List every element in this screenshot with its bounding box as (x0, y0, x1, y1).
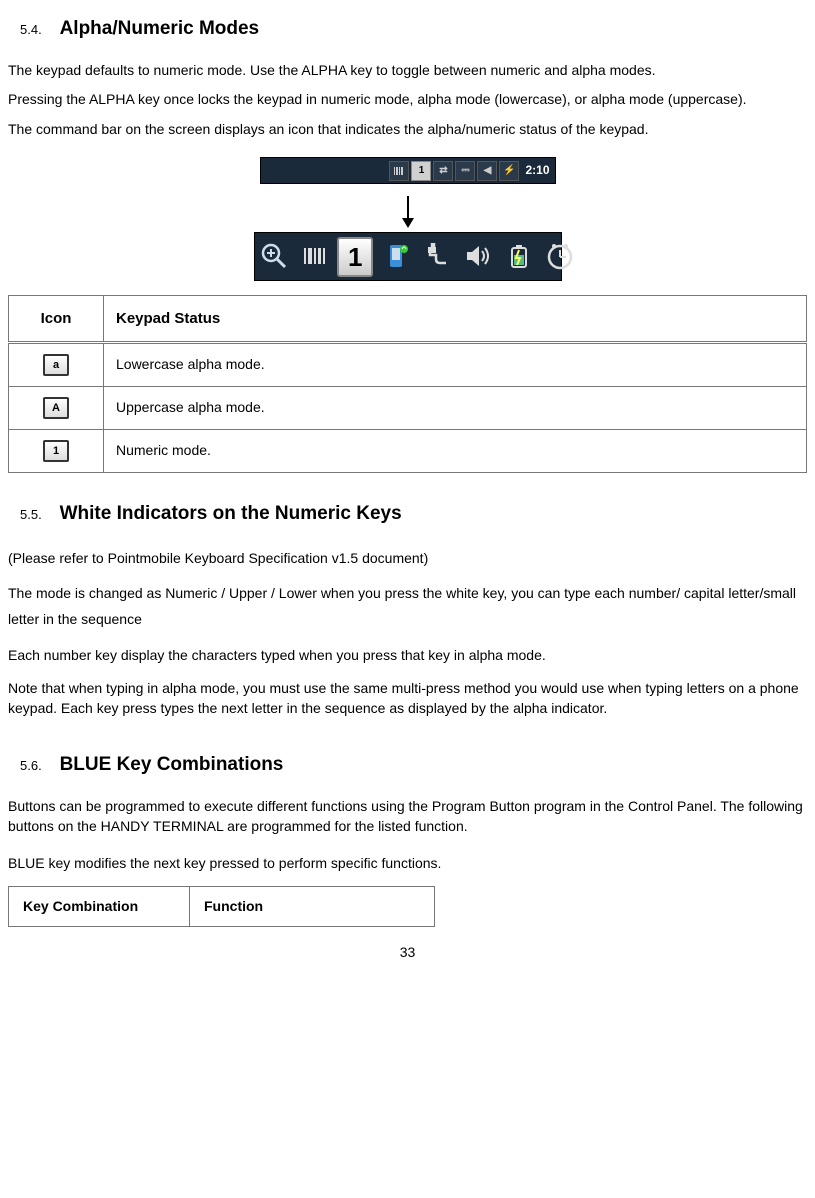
paragraph: Note that when typing in alpha mode, you… (8, 679, 807, 718)
section-title: BLUE Key Combinations (60, 752, 284, 779)
keypad-status-table: Icon Keypad Status a Lowercase alpha mod… (8, 295, 807, 473)
charge-icon: ⚡ (499, 161, 519, 181)
speaker-icon (460, 235, 496, 277)
table-cell: Lowercase alpha mode. (104, 342, 807, 386)
phone-icon (378, 235, 414, 277)
clock-text: 2:10 (525, 162, 549, 179)
section-5-6-heading: 5.6. BLUE Key Combinations (8, 752, 807, 779)
table-row: 1 Numeric mode. (9, 429, 807, 472)
paragraph: The mode is changed as Numeric / Upper /… (8, 581, 807, 633)
mode-icon-large: 1 (337, 237, 373, 277)
section-number: 5.4. (8, 21, 42, 39)
status-bar-figure: 1 ⇄ ⎓ ◀ ⚡ 2:10 1 (8, 157, 807, 281)
table-cell: Numeric mode. (104, 429, 807, 472)
section-number: 5.5. (8, 506, 42, 524)
taskbar-large-image: 1 (254, 232, 562, 281)
arrow-down-icon (407, 196, 409, 226)
speaker-icon: ◀ (477, 161, 497, 181)
paragraph: The command bar on the screen displays a… (8, 120, 807, 140)
battery-icon (501, 235, 537, 277)
table-header: Icon (9, 295, 104, 342)
plug-icon: ⎓ (455, 161, 475, 181)
barcode-icon (296, 235, 332, 277)
table-header: Key Combination (9, 886, 190, 927)
paragraph: (Please refer to Pointmobile Keyboard Sp… (8, 546, 807, 572)
zoom-icon (256, 235, 292, 277)
barcode-icon (389, 161, 409, 181)
section-title: Alpha/Numeric Modes (60, 16, 260, 43)
section-5-5-heading: 5.5. White Indicators on the Numeric Key… (8, 501, 807, 528)
paragraph: Each number key display the characters t… (8, 643, 807, 669)
key-combination-table: Key Combination Function (8, 886, 435, 928)
paragraph: Buttons can be programmed to execute dif… (8, 797, 807, 836)
table-row: a Lowercase alpha mode. (9, 342, 807, 386)
paragraph: The keypad defaults to numeric mode. Use… (8, 61, 807, 81)
table-row: A Uppercase alpha mode. (9, 386, 807, 429)
table-header: Function (190, 886, 435, 927)
lowercase-mode-icon: a (43, 354, 69, 376)
mode-icon: 1 (411, 161, 431, 181)
section-5-4-heading: 5.4. Alpha/Numeric Modes (8, 16, 807, 43)
uppercase-mode-icon: A (43, 397, 69, 419)
paragraph: BLUE key modifies the next key pressed t… (8, 854, 807, 874)
numeric-mode-icon: 1 (43, 440, 69, 462)
paragraph: Pressing the ALPHA key once locks the ke… (8, 90, 807, 110)
table-header: Keypad Status (104, 295, 807, 342)
table-cell: Uppercase alpha mode. (104, 386, 807, 429)
taskbar-small-image: 1 ⇄ ⎓ ◀ ⚡ 2:10 (260, 157, 556, 184)
section-number: 5.6. (8, 757, 42, 775)
sync-icon: ⇄ (433, 161, 453, 181)
page-number: 33 (8, 943, 807, 963)
plug-icon (419, 235, 455, 277)
clock-icon (542, 235, 578, 277)
section-title: White Indicators on the Numeric Keys (60, 501, 402, 528)
